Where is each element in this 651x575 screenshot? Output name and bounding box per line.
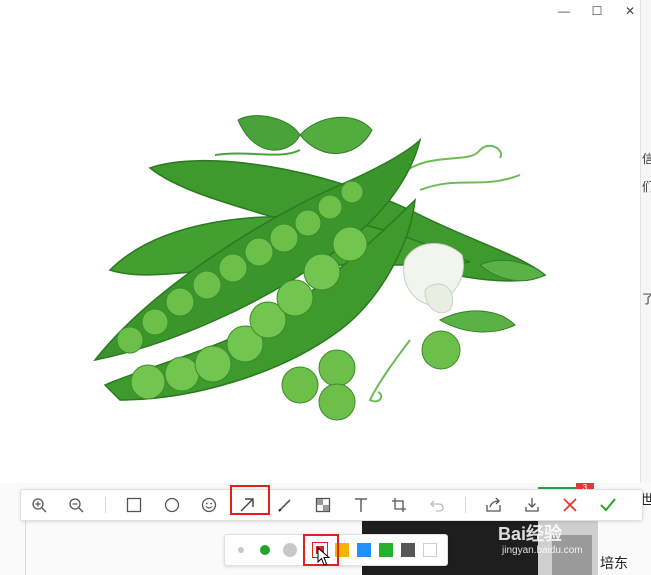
crop-icon — [392, 498, 406, 512]
toolbar-divider — [105, 497, 106, 513]
check-icon — [600, 498, 616, 512]
background-text: 信 — [642, 152, 651, 166]
brush-size-medium[interactable] — [260, 545, 270, 555]
watermark: Bai经验 — [498, 524, 563, 544]
text-tool-button[interactable] — [344, 490, 378, 520]
close-window-button[interactable]: ✕ — [614, 0, 646, 22]
editing-toolbar — [20, 489, 643, 521]
emoji-tool-button[interactable] — [192, 490, 226, 520]
peas-image — [93, 115, 547, 421]
download-icon — [525, 498, 539, 512]
ellipse-icon — [164, 497, 180, 513]
brush-size-small[interactable] — [238, 547, 244, 553]
screenshot-editor-window: — ☐ ✕ — [0, 0, 641, 483]
color-swatch-white[interactable] — [423, 543, 437, 557]
rectangle-tool-button[interactable] — [117, 490, 151, 520]
maximize-button[interactable]: ☐ — [581, 0, 613, 22]
edited-image — [0, 0, 640, 483]
close-icon: ✕ — [624, 4, 636, 18]
minimize-icon: — — [558, 4, 570, 18]
pen-tool-button[interactable] — [268, 490, 302, 520]
zoom-in-button[interactable] — [22, 490, 56, 520]
toolbar-divider — [465, 497, 466, 513]
brush-size-large[interactable] — [283, 543, 297, 557]
color-swatch-green[interactable] — [379, 543, 393, 557]
color-swatch-gray[interactable] — [401, 543, 415, 557]
share-icon — [486, 497, 501, 512]
mosaic-icon — [315, 497, 331, 513]
color-swatch-blue[interactable] — [357, 543, 371, 557]
background-text: 们 — [642, 180, 651, 194]
mouse-cursor-icon — [317, 547, 331, 566]
close-icon — [563, 498, 577, 512]
confirm-button[interactable] — [591, 490, 625, 520]
background-text: 了 — [642, 292, 651, 306]
download-button[interactable] — [515, 490, 549, 520]
share-button[interactable] — [477, 490, 511, 520]
background-divider — [25, 518, 26, 575]
undo-button[interactable] — [420, 490, 454, 520]
rectangle-icon — [126, 497, 142, 513]
cancel-button[interactable] — [553, 490, 587, 520]
zoom-in-icon — [32, 498, 47, 513]
minimize-button[interactable]: — — [548, 0, 580, 22]
maximize-icon: ☐ — [591, 4, 603, 18]
crop-tool-button[interactable] — [382, 490, 416, 520]
undo-icon — [430, 500, 444, 512]
background-label: 培东 — [600, 555, 628, 571]
zoom-out-icon — [69, 498, 84, 513]
ellipse-tool-button[interactable] — [155, 490, 189, 520]
pen-icon — [278, 499, 291, 512]
watermark-url: jingyan.baidu.com — [502, 545, 583, 556]
mosaic-tool-button[interactable] — [306, 490, 340, 520]
arrow-tool-highlight — [230, 485, 270, 515]
text-icon — [355, 498, 367, 512]
emoji-icon — [201, 497, 217, 513]
zoom-out-button[interactable] — [59, 490, 93, 520]
